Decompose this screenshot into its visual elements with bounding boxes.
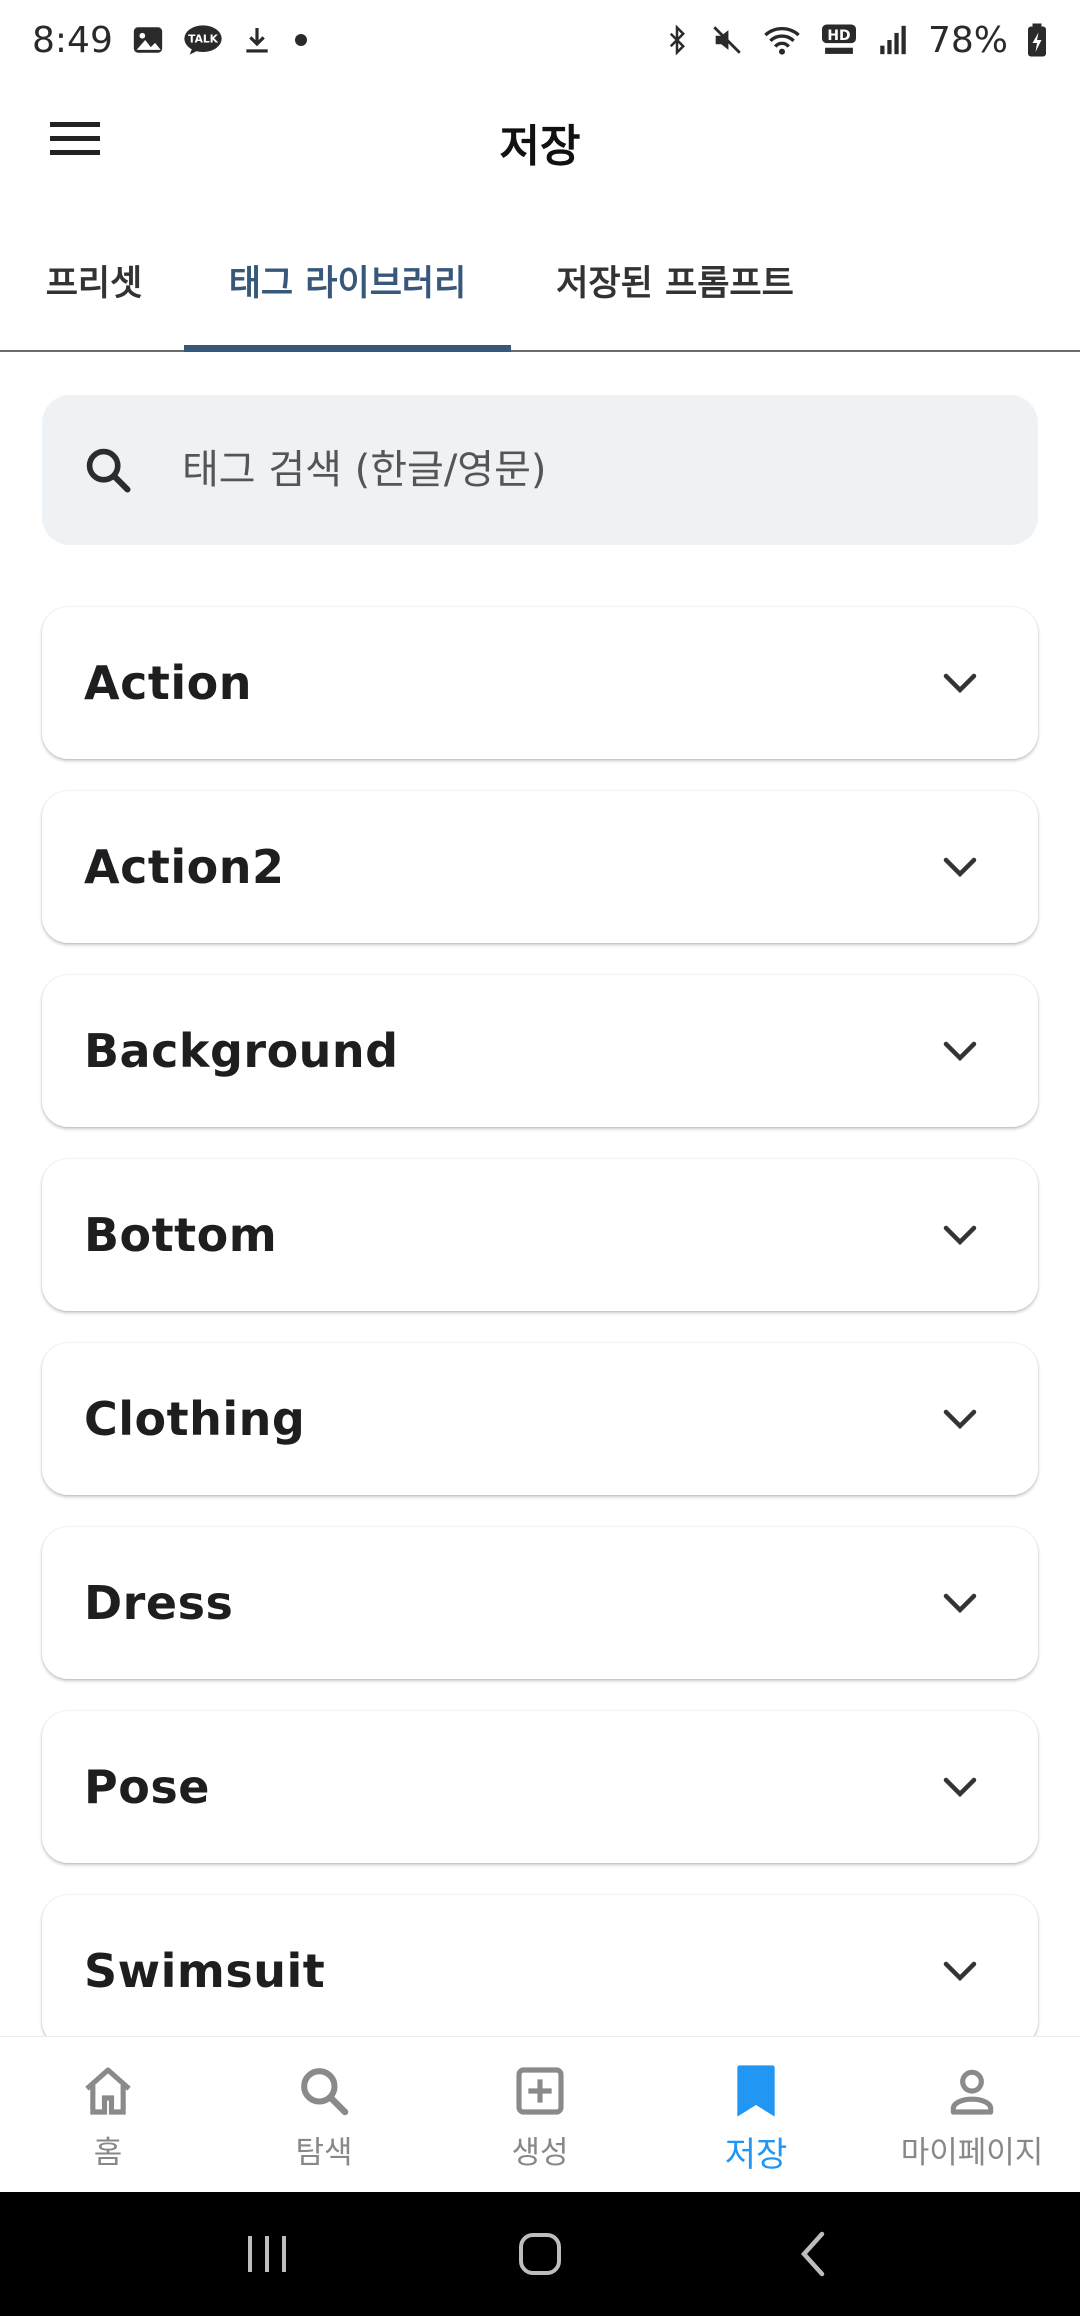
category-card-bottom[interactable]: Bottom [42,1159,1038,1311]
category-label: Bottom [84,1208,278,1262]
nav-label: 생성 [511,2135,569,2171]
active-tab-indicator [184,345,511,352]
kakaotalk-icon: TALK [183,23,223,57]
category-label: Swimsuit [84,1944,326,1998]
chevron-down-icon[interactable] [938,1213,982,1257]
chevron-down-icon[interactable] [938,1765,982,1809]
talk-badge-text: TALK [188,33,218,46]
category-card-action2[interactable]: Action2 [42,791,1038,943]
tab-tag-library[interactable]: 태그 라이브러리 [184,210,511,350]
tab-bar: 프리셋 태그 라이브러리 저장된 프롬프트 [0,210,1080,352]
signal-icon [876,23,910,57]
tag-search-box[interactable] [42,395,1038,545]
page-title: 저장 [499,121,581,172]
status-left: 8:49 TALK [32,20,311,61]
battery-icon [1026,22,1048,58]
chevron-down-icon[interactable] [938,1029,982,1073]
mute-icon [710,23,744,57]
search-icon [294,2061,354,2121]
nav-item-home[interactable]: 홈 [0,2037,216,2192]
system-navigation-bar [0,2192,1080,2316]
category-card-clothing[interactable]: Clothing [42,1343,1038,1495]
category-card-dress[interactable]: Dress [42,1527,1038,1679]
status-bar: 8:49 TALK HD 78% [0,0,1080,80]
app-bar: 저장 [0,80,1080,204]
back-icon[interactable] [768,2214,858,2294]
bluetooth-icon [662,22,692,58]
home-icon [78,2061,138,2121]
add-box-icon [510,2061,570,2121]
search-icon [80,442,136,498]
chevron-down-icon[interactable] [938,1397,982,1441]
category-label: Action2 [84,840,285,894]
wifi-icon [762,23,802,57]
chevron-down-icon[interactable] [938,1949,982,1993]
bottom-navigation: 홈 탐색 생성 저장 마이페이지 [0,2036,1080,2192]
nav-item-create[interactable]: 생성 [432,2037,648,2192]
category-card-action[interactable]: Action [42,607,1038,759]
status-right: HD 78% [662,20,1048,61]
chevron-down-icon[interactable] [938,845,982,889]
dot-icon [291,30,311,50]
download-icon [241,23,273,57]
category-label: Pose [84,1760,210,1814]
hamburger-menu-icon[interactable] [40,104,110,174]
status-time: 8:49 [32,19,113,61]
bookmark-icon [726,2061,786,2121]
category-label: Background [84,1024,399,1078]
category-card-pose[interactable]: Pose [42,1711,1038,1863]
recent-apps-icon[interactable] [222,2214,312,2294]
category-label: Dress [84,1576,234,1630]
nav-item-explore[interactable]: 탐색 [216,2037,432,2192]
category-label: Clothing [84,1392,306,1446]
chevron-down-icon[interactable] [938,661,982,705]
hd-badge-text: HD [827,28,850,44]
person-icon [942,2061,1002,2121]
nav-item-saved[interactable]: 저장 [648,2037,864,2192]
category-label: Action [84,656,252,710]
battery-percent: 78% [927,19,1008,61]
tag-category-list: Action Action2 Background Bottom Clothin… [42,607,1038,2079]
tag-search-input[interactable] [182,447,982,493]
tab-presets[interactable]: 프리셋 [24,210,164,350]
nav-label: 탐색 [295,2135,353,2171]
nav-label: 홈 [93,2135,123,2171]
hd-voice-icon: HD [820,23,858,57]
tab-saved-prompts[interactable]: 저장된 프롬프트 [535,210,815,350]
home-button-icon[interactable] [495,2214,585,2294]
nav-item-mypage[interactable]: 마이페이지 [864,2037,1080,2192]
gallery-icon [131,23,165,57]
nav-label: 저장 [724,2135,788,2175]
chevron-down-icon[interactable] [938,1581,982,1625]
category-card-background[interactable]: Background [42,975,1038,1127]
nav-label: 마이페이지 [900,2135,1044,2171]
category-card-swimsuit[interactable]: Swimsuit [42,1895,1038,2047]
